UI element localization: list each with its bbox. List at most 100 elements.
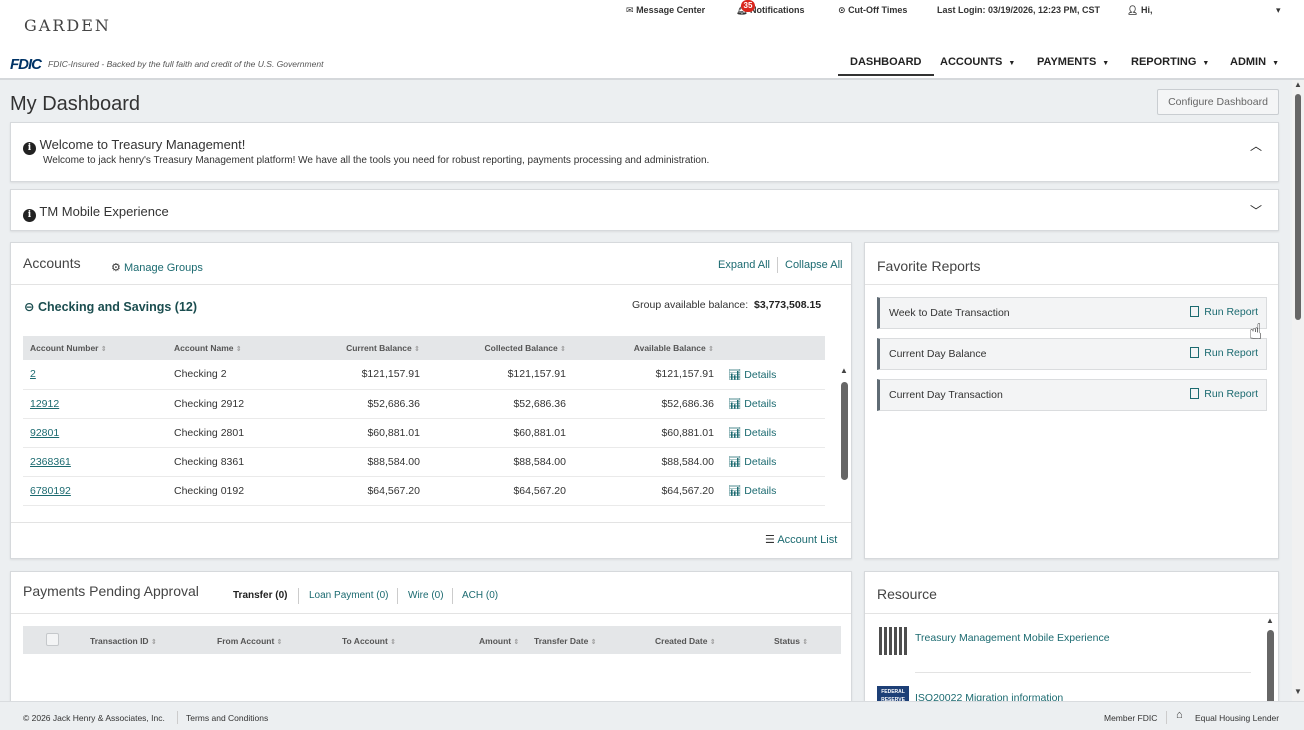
available-balance: $121,157.91 [573,360,721,390]
terms-link[interactable]: Terms and Conditions [186,713,268,723]
divider [1166,711,1167,724]
col-from-account[interactable]: From Account ⇕ [217,636,283,646]
details-link[interactable]: 📊︎ Details [721,360,825,390]
report-item: Current Day Balance Run Report [877,338,1267,370]
resource-title: Resource [877,586,937,602]
tab-ach[interactable]: ACH (0) [462,590,498,601]
scroll-up-icon[interactable]: ▲ [1266,616,1274,625]
bank-logo[interactable]: GARDEN [24,16,111,35]
account-number-link[interactable]: 12912 [23,389,167,419]
table-row: 92801 Checking 2801 $60,881.01 $60,881.0… [23,418,825,448]
scrollbar-thumb[interactable] [1267,630,1274,701]
details-link[interactable]: 📊︎ Details [721,476,825,506]
resource-scrollbar[interactable]: ▲ [1266,616,1275,701]
collected-balance: $64,567.20 [427,476,573,506]
current-balance: $64,567.20 [289,476,427,506]
nav-dashboard[interactable]: DASHBOARD [838,56,934,76]
cutoff-times-link[interactable]: ⊙ Cut-Off Times [838,5,907,16]
collapse-chevron-up-icon[interactable]: ︿ [1250,137,1262,154]
select-all-checkbox[interactable] [46,633,59,646]
account-list-link[interactable]: ☰ Account List [765,533,837,546]
configure-dashboard-button[interactable]: Configure Dashboard [1157,89,1279,115]
bar-chart-icon: 📊︎ [728,456,742,468]
details-link[interactable]: 📊︎ Details [721,447,825,477]
col-created-date[interactable]: Created Date ⇕ [655,636,716,646]
details-link[interactable]: 📊︎ Details [721,418,825,448]
collapse-all-link[interactable]: Collapse All [785,259,842,271]
message-center-link[interactable]: ✉ Message Center [626,5,705,16]
manage-groups-link[interactable]: ⚙ Manage Groups [111,261,203,274]
expand-chevron-down-icon[interactable]: ﹀ [1250,202,1262,219]
run-report-button[interactable]: Run Report [1190,347,1258,359]
caret-down-icon: ▼ [1008,60,1016,67]
sort-icon: ⇕ [390,639,397,646]
divider [397,588,398,604]
payments-title: Payments Pending Approval [23,583,199,599]
bell-icon: 🔔︎35 [736,0,755,15]
tab-loan-payment[interactable]: Loan Payment (0) [309,590,389,601]
run-report-button[interactable]: Run Report [1190,388,1258,400]
nav-admin[interactable]: ADMIN ▼ [1230,56,1279,68]
sort-icon: ⇕ [560,346,566,353]
member-fdic: Member FDIC [1104,713,1158,723]
sort-icon: ⇕ [150,639,157,646]
scroll-up-icon[interactable]: ▲ [840,366,848,375]
scroll-down-icon[interactable]: ▼ [1294,687,1302,696]
col-actions [721,336,825,360]
resource-item[interactable]: FEDERAL RESERVE [877,686,909,701]
col-account-number[interactable]: Account Number ⇕ [23,336,167,360]
sort-icon: ⇕ [709,639,716,646]
resource-item[interactable] [879,627,909,658]
mobile-widget[interactable]: i TM Mobile Experience ﹀ [10,189,1279,231]
info-icon: i [23,209,36,222]
welcome-widget: i Welcome to Treasury Management! Welcom… [10,122,1279,182]
table-row: 2368361 Checking 8361 $88,584.00 $88,584… [23,447,825,477]
account-number-link[interactable]: 92801 [23,418,167,448]
col-available-balance[interactable]: Available Balance ⇕ [573,336,721,360]
col-account-name[interactable]: Account Name ⇕ [167,336,289,360]
account-number-link[interactable]: 2 [23,360,167,390]
col-to-account[interactable]: To Account ⇕ [342,636,396,646]
list-icon: ☰ [765,534,775,546]
accounts-table-container: Account Number ⇕ Account Name ⇕ Current … [23,336,825,514]
run-report-button[interactable]: Run Report [1190,306,1258,318]
resource-link[interactable]: ISO20022 Migration information [915,692,1063,701]
fdic-logo: FDIC [10,55,42,73]
tab-transfer[interactable]: Transfer (0) [233,590,287,601]
nav-accounts[interactable]: ACCOUNTS ▼ [940,56,1015,68]
resource-link[interactable]: Treasury Management Mobile Experience [915,632,1110,644]
accounts-scrollbar[interactable]: ▲ ▼ [840,366,849,600]
nav-reporting[interactable]: REPORTING ▼ [1131,56,1209,68]
table-row: 6780192 Checking 0192 $64,567.20 $64,567… [23,476,825,506]
footer: © 2026 Jack Henry & Associates, Inc. Ter… [0,701,1304,730]
top-header: GARDEN ✉ Message Center 🔔︎35 Notificatio… [0,0,1304,80]
user-menu-caret-icon[interactable]: ▾ [1276,5,1281,16]
col-transaction-id[interactable]: Transaction ID ⇕ [90,636,157,646]
scrollbar-thumb[interactable] [1295,94,1301,320]
account-name: Checking 2912 [167,389,289,419]
col-transfer-date[interactable]: Transfer Date ⇕ [534,636,597,646]
account-number-link[interactable]: 2368361 [23,447,167,477]
col-status[interactable]: Status ⇕ [774,636,808,646]
fdic-banner: FDIC FDIC-Insured - Backed by the full f… [10,55,323,73]
federal-reserve-logo: FEDERAL RESERVE [877,686,909,701]
qr-code-icon [879,627,909,655]
account-number-link[interactable]: 6780192 [23,476,167,506]
col-collected-balance[interactable]: Collected Balance ⇕ [427,336,573,360]
tab-wire[interactable]: Wire (0) [408,590,444,601]
favorite-reports-widget: Favorite Reports Week to Date Transactio… [864,242,1279,559]
notifications-link[interactable]: 🔔︎35 Notifications [736,0,804,16]
expand-all-link[interactable]: Expand All [718,259,770,271]
sort-icon: ⇕ [235,346,242,353]
scroll-up-icon[interactable]: ▲ [1294,80,1302,89]
col-amount[interactable]: Amount ⇕ [479,636,519,646]
report-name: Current Day Balance [889,348,987,360]
col-current-balance[interactable]: Current Balance ⇕ [289,336,427,360]
user-menu[interactable]: 👤︎ Hi, [1127,5,1152,16]
details-link[interactable]: 📊︎ Details [721,389,825,419]
group-toggle[interactable]: ⊖ Checking and Savings (12) [24,299,197,314]
nav-payments[interactable]: PAYMENTS ▼ [1037,56,1109,68]
scrollbar-thumb[interactable] [841,382,848,480]
page-scrollbar[interactable]: ▲ ▼ [1292,80,1304,701]
current-balance: $121,157.91 [289,360,427,390]
